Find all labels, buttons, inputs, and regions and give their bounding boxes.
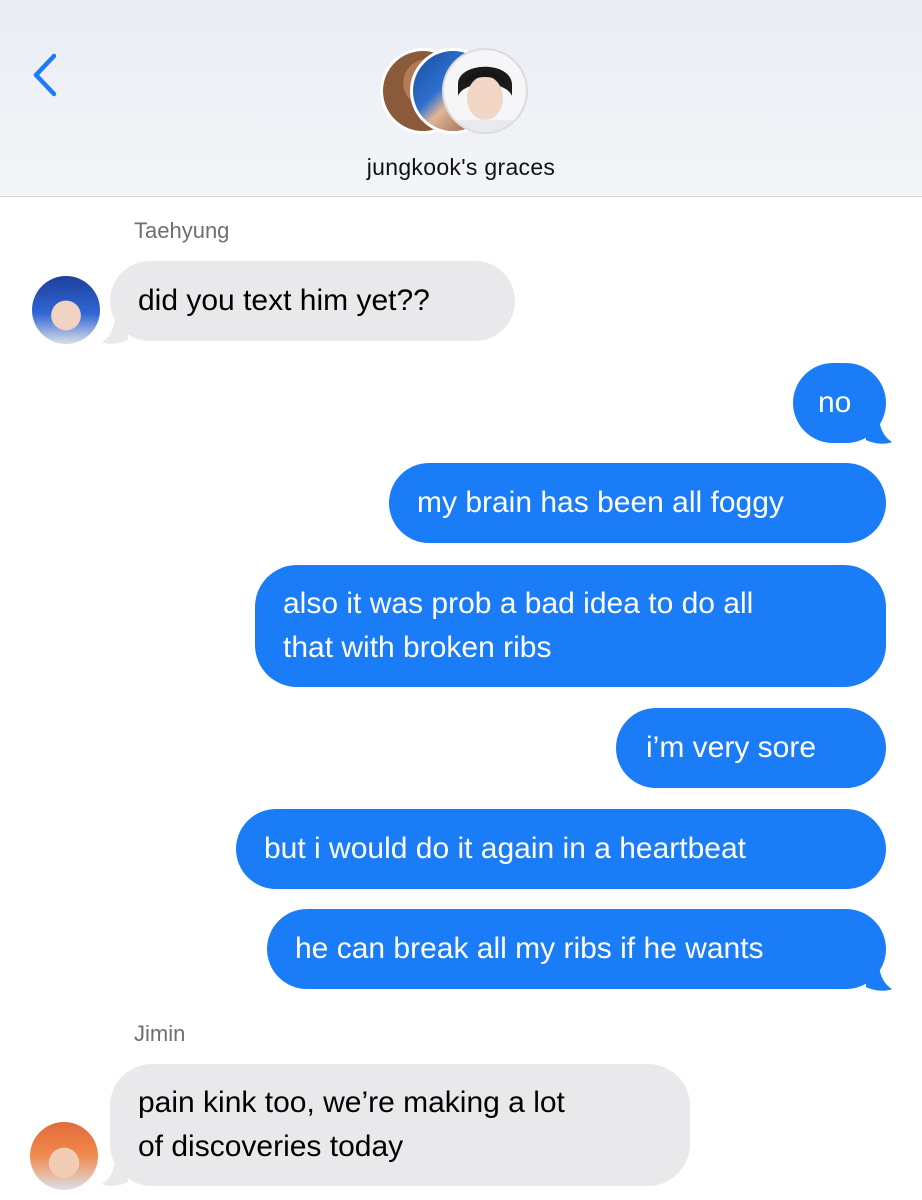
sender-name: Taehyung	[134, 218, 230, 243]
message-bubble-outgoing[interactable]: i’m very sore	[616, 708, 886, 788]
message-line: of discoveries today	[138, 1130, 404, 1163]
message-line: that with broken ribs	[283, 631, 552, 664]
message-bubble-incoming[interactable]: did you text him yet??	[110, 261, 515, 341]
message-bubble-outgoing[interactable]: no	[793, 363, 886, 443]
message-bubble-outgoing[interactable]: but i would do it again in a heartbeat	[236, 809, 886, 889]
group-member-avatar	[442, 48, 528, 134]
group-avatars[interactable]	[380, 44, 550, 140]
message-bubble-outgoing[interactable]: my brain has been all foggy	[389, 463, 886, 543]
group-name[interactable]: jungkook's graces	[0, 154, 922, 181]
message-line: pain kink too, we’re making a lot	[138, 1086, 565, 1119]
sender-avatar[interactable]	[32, 276, 100, 344]
sender-name: Jimin	[134, 1021, 186, 1046]
message-bubble-outgoing[interactable]: also it was prob a bad idea to do all th…	[255, 565, 886, 687]
message-line: also it was prob a bad idea to do all	[283, 587, 754, 620]
message-bubble-outgoing[interactable]: he can break all my ribs if he wants	[267, 909, 886, 989]
message-bubble-incoming[interactable]: pain kink too, we’re making a lot of dis…	[110, 1064, 690, 1186]
chat-header: jungkook's graces	[0, 0, 922, 197]
sender-avatar[interactable]	[30, 1122, 98, 1190]
chevron-left-icon[interactable]	[30, 52, 60, 98]
